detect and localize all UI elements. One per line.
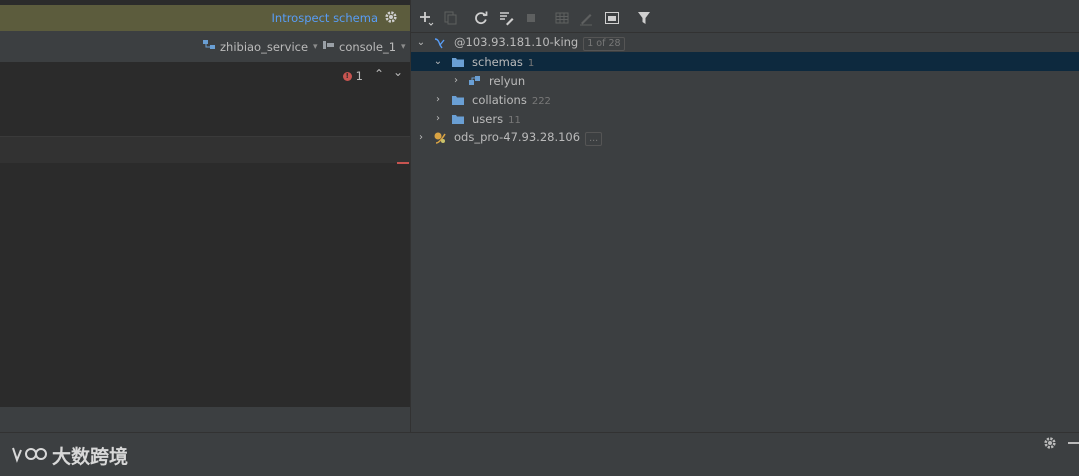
tree-row-collations[interactable]: › collations 222 bbox=[411, 90, 1079, 109]
root-label: @103.93.181.10-king bbox=[454, 34, 579, 49]
tree-row-schemas[interactable]: ⌄ schemas 1 bbox=[411, 52, 1079, 71]
watermark: 大数跨境 bbox=[10, 442, 128, 469]
datasource-icon bbox=[433, 131, 447, 145]
tree-row-root[interactable]: ⌄ @103.93.181.10-king 1 of 28 bbox=[411, 33, 1079, 52]
chevron-right-icon[interactable]: › bbox=[433, 113, 443, 124]
edit-data-icon[interactable] bbox=[578, 10, 594, 26]
sql-console-icon[interactable] bbox=[604, 10, 620, 26]
collations-count: 222 bbox=[531, 95, 551, 107]
chevron-down-icon[interactable]: ⌄ bbox=[433, 56, 443, 67]
folder-icon bbox=[451, 112, 465, 126]
relyun-label: relyun bbox=[489, 73, 526, 88]
error-indicator[interactable]: ! 1 bbox=[342, 69, 363, 83]
filter-icon[interactable] bbox=[636, 10, 652, 26]
more-badge[interactable]: ... bbox=[585, 131, 603, 146]
chevron-down-icon[interactable]: ⌄ bbox=[416, 37, 426, 48]
introspect-notification-bar: Introspect schema bbox=[0, 5, 410, 31]
users-label: users bbox=[472, 111, 504, 126]
console-selector[interactable]: console_1 ▾ bbox=[322, 39, 406, 54]
database-toolbar bbox=[411, 5, 1079, 33]
error-icon: ! bbox=[342, 71, 352, 81]
stop-icon[interactable] bbox=[523, 10, 539, 26]
bottom-tool-window-bar bbox=[0, 432, 1079, 476]
tree-row-relyun[interactable]: › relyun bbox=[411, 71, 1079, 90]
console-icon bbox=[322, 39, 336, 54]
chevron-up-icon[interactable]: ⌃ bbox=[374, 67, 384, 81]
schemas-count: 1 bbox=[527, 57, 535, 69]
tree-row-ods[interactable]: › ods_pro-47.93.28.106... bbox=[411, 128, 1079, 147]
refresh-icon[interactable] bbox=[473, 10, 489, 26]
datasource-selector[interactable]: zhibiao_service ▾ bbox=[203, 39, 318, 54]
introspect-schema-link[interactable]: Introspect schema bbox=[272, 11, 378, 25]
current-line-highlight bbox=[0, 136, 410, 164]
editor-scrollbar-area bbox=[0, 407, 410, 432]
mysql-datasource-icon bbox=[433, 36, 447, 50]
gear-icon[interactable] bbox=[1042, 435, 1058, 451]
chevron-down-icon[interactable]: ⌄ bbox=[393, 65, 403, 79]
schema-icon bbox=[203, 39, 217, 54]
users-count: 11 bbox=[508, 114, 521, 126]
chevron-down-icon: ▾ bbox=[401, 41, 406, 52]
schemas-label: schemas bbox=[472, 54, 523, 69]
copy-icon[interactable] bbox=[442, 10, 458, 26]
error-stripe-marker[interactable] bbox=[397, 162, 409, 164]
chevron-down-icon: ▾ bbox=[313, 41, 318, 52]
table-icon[interactable] bbox=[554, 10, 570, 26]
editor-context-bar: zhibiao_service ▾ console_1 ▾ bbox=[0, 31, 410, 63]
watermark-text: 大数跨境 bbox=[52, 446, 129, 468]
schema-count-badge[interactable]: 1 of 28 bbox=[583, 36, 625, 51]
collations-label: collations bbox=[472, 92, 527, 107]
editor-area[interactable]: ! 1 ⌃ ⌄ bbox=[0, 62, 410, 136]
minimize-icon[interactable] bbox=[1068, 442, 1079, 444]
tree-row-users[interactable]: › users 11 bbox=[411, 109, 1079, 128]
datasource-label: zhibiao_service bbox=[220, 39, 309, 54]
editor-body[interactable] bbox=[0, 163, 410, 407]
folder-icon bbox=[451, 93, 465, 107]
ods-label: ods_pro-47.93.28.106 bbox=[454, 129, 581, 144]
console-label: console_1 bbox=[339, 39, 397, 54]
error-count: 1 bbox=[355, 69, 363, 83]
edit-properties-icon[interactable] bbox=[498, 10, 514, 26]
schema-icon bbox=[468, 74, 482, 88]
watermark-logo-icon bbox=[10, 444, 48, 468]
chevron-right-icon[interactable]: › bbox=[416, 132, 426, 143]
chevron-right-icon[interactable]: › bbox=[451, 75, 461, 86]
folder-icon bbox=[451, 55, 465, 69]
chevron-right-icon[interactable]: › bbox=[433, 94, 443, 105]
gear-icon[interactable] bbox=[383, 9, 399, 25]
add-icon[interactable] bbox=[418, 10, 434, 26]
